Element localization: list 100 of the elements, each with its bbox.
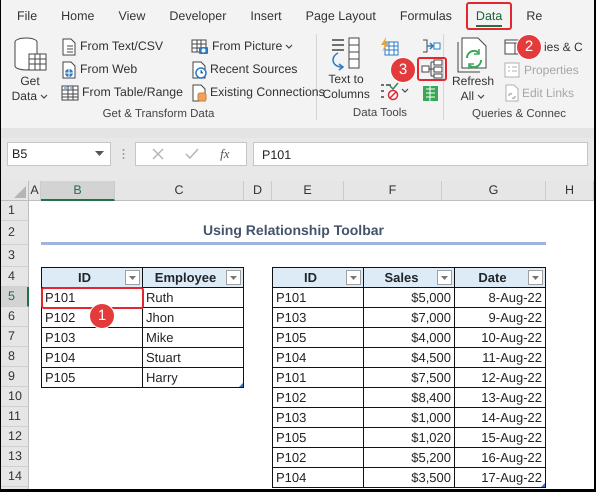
menu-tab[interactable]: Re [516,2,552,30]
table-cell[interactable]: Stuart [142,348,244,368]
menu-tab[interactable]: Page Layout [296,2,386,30]
resize-handle-icon [541,483,545,487]
name-box[interactable]: B5 [7,142,111,166]
filter-button[interactable] [226,270,241,285]
table-cell[interactable]: P102 [272,448,364,468]
row-header[interactable]: 2 [1,221,29,245]
column-header[interactable]: D [244,181,272,201]
table-cell[interactable]: $7,500 [364,368,454,388]
table-cell[interactable]: 16-Aug-22 [454,448,546,468]
table-cell[interactable]: P103 [272,308,364,328]
row-header[interactable]: 12 [1,427,29,447]
row-header[interactable]: 10 [1,387,29,407]
row-header[interactable]: 4 [1,267,29,287]
menu-tab[interactable]: Formulas [390,2,462,30]
table-cell[interactable]: $4,500 [364,348,454,368]
caret-icon [129,276,136,280]
column-header[interactable]: G [442,181,546,201]
table-cell[interactable]: $3,500 [364,468,454,488]
menu-tab[interactable]: Data [466,2,512,30]
table-cell[interactable]: P101 [42,288,142,308]
table-cell[interactable]: P105 [42,368,142,388]
table-cell[interactable]: Mike [142,328,244,348]
insert-function-button[interactable]: fx [220,144,230,164]
table-cell[interactable]: 17-Aug-22 [454,468,546,488]
table-cell[interactable]: $4,000 [364,328,454,348]
row-header[interactable]: 7 [1,327,29,347]
table-cell[interactable]: $1,000 [364,408,454,428]
document-icon [61,38,77,56]
row-header[interactable]: 14 [1,467,29,487]
filter-button[interactable] [346,270,361,285]
menu-tab[interactable]: View [108,2,156,30]
column-header[interactable]: E [272,181,344,201]
arrow-box-icon [421,37,441,55]
table-cell[interactable]: 13-Aug-22 [454,388,546,408]
column-header[interactable]: H [546,181,594,201]
table-cell[interactable]: P105 [272,328,364,348]
table-cell[interactable]: Ruth [142,288,244,308]
table-cell[interactable]: 14-Aug-22 [454,408,546,428]
menu-tab[interactable]: Developer [159,2,236,30]
picture-button[interactable]: From Picture [188,35,327,58]
table-icon [61,84,79,100]
table-cell[interactable]: P101 [272,288,364,308]
group-label: Queries & Connec [471,107,567,122]
table-cell[interactable]: P104 [272,348,364,368]
filter-button[interactable] [437,270,452,285]
relationships-button[interactable] [417,57,447,81]
column-header[interactable]: A [29,181,41,201]
table-cell[interactable]: $7,000 [364,308,454,328]
column-header[interactable]: B [41,181,115,201]
column-header[interactable]: C [115,181,244,201]
resize-handle-icon [239,383,243,387]
row-header[interactable]: 9 [1,367,29,387]
sheet-title: Using Relationship Toolbar [203,221,384,240]
get-data-button[interactable]: Get Data [5,34,55,106]
table-cell[interactable]: 9-Aug-22 [454,308,546,328]
cancel-icon [152,148,164,160]
refresh-button[interactable]: Refresh All [448,34,498,106]
table-cell[interactable]: 10-Aug-22 [454,328,546,348]
column-header[interactable]: F [344,181,442,201]
caret-icon [285,44,294,50]
web-button[interactable]: From Web [59,58,185,81]
row-header[interactable]: 1 [1,201,29,221]
table-cell[interactable]: 11-Aug-22 [454,348,546,368]
table-cell[interactable]: $8,400 [364,388,454,408]
row-header[interactable]: 6 [1,307,29,327]
column-title: Employee [154,269,218,286]
table-cell[interactable]: P104 [272,468,364,488]
row-header[interactable]: 13 [1,447,29,467]
menu-tab[interactable]: Insert [240,2,292,30]
table-cell[interactable]: $1,020 [364,428,454,448]
text-file-button[interactable]: From Text/CSV [59,35,185,58]
group-label: Get & Transform Data [102,107,216,122]
table-cell[interactable]: 15-Aug-22 [454,428,546,448]
table-cell[interactable]: 12-Aug-22 [454,368,546,388]
table-cell[interactable]: P103 [272,408,364,428]
column-title: Sales [384,269,420,286]
table-cell[interactable]: 8-Aug-22 [454,288,546,308]
table-cell[interactable]: $5,200 [364,448,454,468]
table-cell[interactable]: P102 [272,388,364,408]
row-header[interactable]: 8 [1,347,29,367]
menu-tab[interactable]: Home [51,2,104,30]
table-cell[interactable]: P104 [42,348,142,368]
table-cell[interactable]: Harry [142,368,244,388]
row-header[interactable]: 11 [1,407,29,427]
row-header[interactable]: 5 [1,287,29,307]
filter-button[interactable] [125,270,140,285]
table-button[interactable]: From Table/Range [59,81,185,104]
table-cell[interactable]: $5,000 [364,288,454,308]
recent-button[interactable]: Recent Sources [188,58,327,81]
row-header[interactable]: 3 [1,245,29,267]
filter-button[interactable] [528,270,543,285]
table-cell[interactable]: P105 [272,428,364,448]
caret-icon [40,94,48,100]
formula-bar[interactable]: P101 [253,142,588,166]
table-cell[interactable]: P101 [272,368,364,388]
table-cell[interactable]: Jhon [142,308,244,328]
menu-tab[interactable]: File [7,2,48,30]
caret-icon [532,276,539,280]
